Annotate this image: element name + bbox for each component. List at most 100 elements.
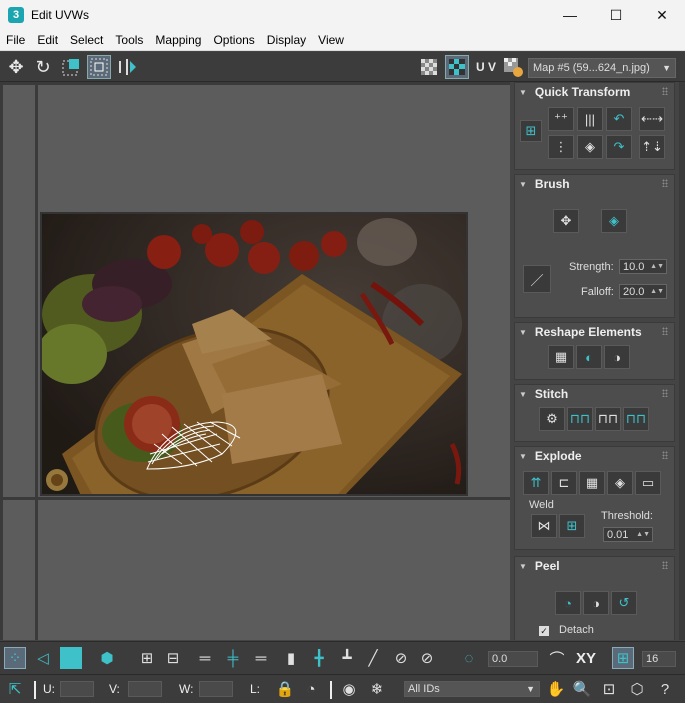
zoom-icon[interactable]: 🔍 — [571, 678, 593, 700]
detach-checkbox[interactable]: ✓ — [539, 626, 549, 636]
collapse-triangle-icon: ▼ — [519, 179, 527, 189]
rollout-header[interactable]: ▼ Explode — [515, 447, 674, 465]
menu-mapping[interactable]: Mapping — [149, 33, 207, 47]
element-mode-icon[interactable]: ⬢ — [96, 647, 118, 669]
space-vertical-icon[interactable]: ⇡⇣ — [639, 135, 665, 159]
space-horizontal-icon[interactable]: ⇠⇢ — [639, 107, 665, 131]
detach-edge-icon[interactable]: ⊏ — [551, 471, 577, 495]
absolute-offset-icon[interactable]: ⇱ — [4, 678, 26, 700]
ring-grow-icon[interactable]: ╋ — [308, 647, 330, 669]
zoom-extents-icon[interactable]: ⬡ — [626, 678, 648, 700]
map-settings-icon[interactable] — [501, 55, 525, 79]
rotate-ccw-icon[interactable]: ↶ — [606, 107, 632, 131]
grid-snap-icon[interactable]: ⊞ — [612, 647, 634, 669]
v-field[interactable] — [128, 681, 162, 697]
move-icon[interactable]: ✥ — [4, 55, 28, 79]
edge-mode-icon[interactable]: ◁ — [32, 647, 54, 669]
align-horizontal-icon[interactable]: ⁺⁺ — [548, 107, 574, 131]
loop-shrink-icon[interactable]: ═ — [248, 647, 274, 669]
flatten-by-polygon-icon[interactable]: ▦ — [579, 471, 605, 495]
close-button[interactable]: ✕ — [639, 0, 685, 30]
quick-peel-icon[interactable]: ◔ — [555, 591, 581, 615]
rollout-header[interactable]: ▼ Peel — [515, 557, 674, 575]
align-to-edge-icon[interactable]: ⋮ — [548, 135, 574, 159]
uv-editor-viewport[interactable] — [0, 82, 510, 640]
shrink-brush-icon[interactable]: ⊘ — [416, 647, 438, 669]
collapse-triangle-icon: ▼ — [519, 389, 527, 399]
grid-size-field[interactable]: 16 — [642, 651, 676, 667]
lock-icon[interactable]: 🔒 — [274, 678, 296, 700]
help-icon[interactable]: ? — [654, 678, 676, 700]
ring-shrink-icon[interactable]: ┻ — [336, 647, 358, 669]
rotate-icon[interactable]: ↻ — [31, 55, 55, 79]
soft-selection-icon[interactable]: ⌒ — [546, 647, 568, 669]
quick-planar-icon[interactable]: ⊞ — [520, 120, 542, 142]
align-vertical-icon[interactable]: ||| — [577, 107, 603, 131]
brush-falloff-icon[interactable]: ／ — [523, 265, 551, 293]
maximize-button[interactable]: ☐ — [593, 0, 639, 30]
scale-icon[interactable] — [59, 55, 83, 79]
flatten-by-smoothing-icon[interactable]: ◈ — [607, 471, 633, 495]
menu-tools[interactable]: Tools — [109, 33, 149, 47]
weld-selected-icon[interactable]: ⋈ — [531, 514, 557, 538]
shrink-selection-icon[interactable]: ⊟ — [162, 647, 184, 669]
freeze-icon[interactable]: ❄ — [366, 678, 388, 700]
ring-selection-icon[interactable]: ▮ — [280, 647, 302, 669]
stitch-custom-icon[interactable]: ⚙ — [539, 407, 565, 431]
relax-settings-icon[interactable]: ◑ — [604, 345, 630, 369]
u-field[interactable] — [60, 681, 94, 697]
angle-snap-icon[interactable]: ◌ — [458, 647, 480, 669]
freeform-icon[interactable] — [87, 55, 111, 79]
enlarge-brush-icon[interactable]: ⊘ — [390, 647, 412, 669]
zoom-region-icon[interactable]: ⊡ — [598, 678, 620, 700]
face-mode-icon[interactable] — [60, 647, 82, 669]
vertex-mode-icon[interactable]: ⁘ — [4, 647, 26, 669]
menu-view[interactable]: View — [312, 33, 350, 47]
strength-spinner[interactable]: 10.0 ▲▼ — [619, 259, 667, 274]
rollout-header[interactable]: ▼ Quick Transform — [515, 83, 674, 101]
w-field[interactable] — [199, 681, 233, 697]
uv-toggle-button[interactable]: U V — [473, 55, 499, 79]
rollout-header[interactable]: ▼ Reshape Elements — [515, 323, 674, 341]
falloff-spinner[interactable]: 20.0 ▲▼ — [619, 284, 667, 299]
reset-peel-icon[interactable]: ↺ — [611, 591, 637, 615]
stitch-to-average-icon[interactable]: ⊓⊓ — [595, 407, 621, 431]
rollout-header[interactable]: ▼ Stitch — [515, 385, 674, 403]
hide-icon[interactable]: ◉ — [338, 678, 360, 700]
peel-mode-icon[interactable]: ◑ — [583, 591, 609, 615]
menu-select[interactable]: Select — [64, 33, 109, 47]
loop-selection-icon[interactable]: ═ — [192, 647, 218, 669]
ids-select[interactable]: All IDs ▼ — [404, 681, 540, 697]
rollout-header[interactable]: ▼ Brush — [515, 175, 674, 193]
show-hidden-icon[interactable]: ◔ — [300, 678, 322, 700]
grip-icon — [662, 389, 668, 397]
flatten-by-material-icon[interactable]: ▭ — [635, 471, 661, 495]
paint-move-icon[interactable]: ✥ — [553, 209, 579, 233]
straighten-selection-icon[interactable]: ▦ — [548, 345, 574, 369]
grow-selection-icon[interactable]: ⊞ — [136, 647, 158, 669]
threshold-spinner[interactable]: 0.01 ▲▼ — [603, 527, 653, 542]
loop-grow-icon[interactable]: ╪ — [220, 647, 246, 669]
show-map-icon[interactable] — [445, 55, 469, 79]
stitch-to-target-icon[interactable]: ⊓⊓ — [567, 407, 593, 431]
paint-select-icon[interactable]: ╱ — [362, 647, 384, 669]
rotate-cw-icon[interactable]: ↷ — [606, 135, 632, 159]
menu-display[interactable]: Display — [261, 33, 312, 47]
mirror-icon[interactable] — [115, 55, 139, 79]
rotation-field[interactable]: 0.0 — [488, 651, 538, 667]
panel-scrollbar[interactable] — [679, 82, 685, 640]
xy-toggle[interactable]: XY — [576, 650, 596, 667]
minimize-button[interactable]: — — [547, 0, 593, 30]
relax-icon[interactable]: ◐ — [576, 345, 602, 369]
menu-file[interactable]: File — [0, 33, 31, 47]
menu-options[interactable]: Options — [207, 33, 260, 47]
checker-pattern-icon[interactable] — [417, 55, 441, 79]
stitch-to-source-icon[interactable]: ⊓⊓ — [623, 407, 649, 431]
map-selector[interactable]: Map #5 (59...624_n.jpg) ▼ — [528, 58, 676, 78]
pan-icon[interactable]: ✋ — [545, 678, 567, 700]
menu-edit[interactable]: Edit — [31, 33, 64, 47]
break-icon[interactable]: ⇈ — [523, 471, 549, 495]
weld-target-icon[interactable]: ⊞ — [559, 514, 585, 538]
relax-brush-icon[interactable]: ◈ — [601, 209, 627, 233]
linear-align-icon[interactable]: ◈ — [577, 135, 603, 159]
